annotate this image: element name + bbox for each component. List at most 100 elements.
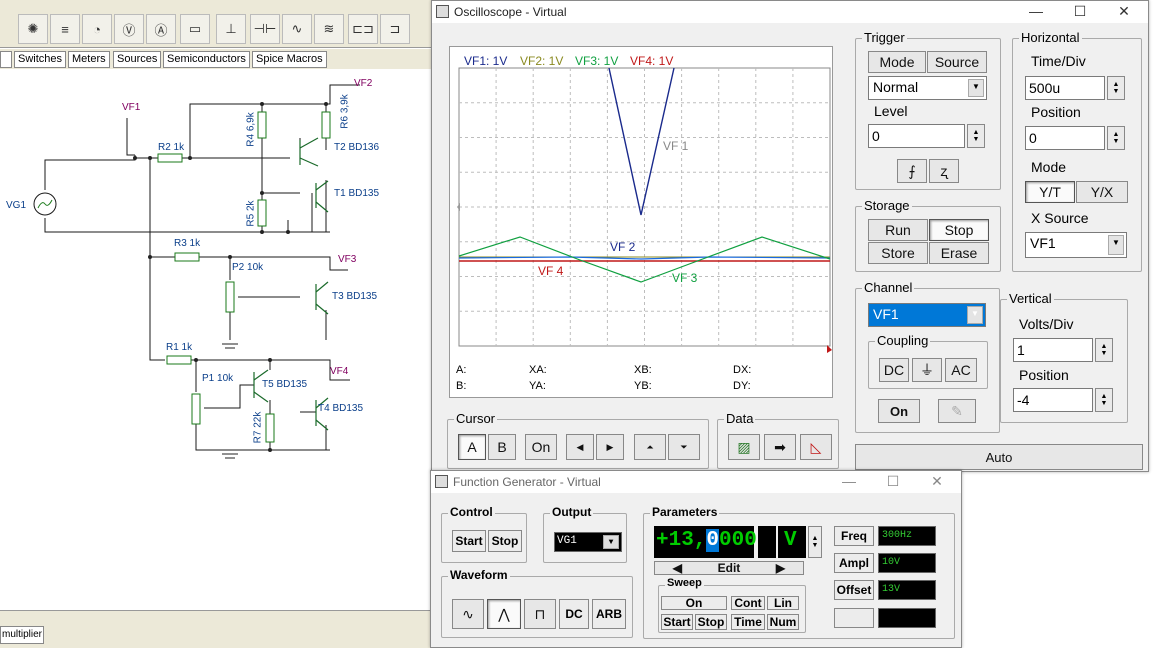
cursor-down-icon[interactable]: ⏷ bbox=[668, 434, 700, 460]
maximize-icon[interactable]: ☐ bbox=[1058, 1, 1102, 23]
fg-stop-button[interactable]: Stop bbox=[488, 530, 522, 552]
inductor-icon[interactable]: ∿ bbox=[282, 14, 312, 44]
trigger-level-spinner[interactable]: ▲ ▼ bbox=[967, 124, 985, 148]
voltsdiv-input[interactable]: 1 bbox=[1013, 338, 1093, 362]
data-save-icon[interactable]: ➡ bbox=[764, 434, 796, 460]
oscilloscope-titlebar[interactable]: Oscilloscope - Virtual — ☐ ✕ bbox=[432, 1, 1148, 23]
param-edit-bar[interactable]: ◀ Edit ▶ bbox=[654, 561, 804, 575]
meter-icon[interactable]: ◔ bbox=[82, 14, 112, 44]
fg-start-button[interactable]: Start bbox=[452, 530, 486, 552]
ground-icon[interactable]: ⏚ bbox=[912, 358, 942, 382]
lamp-icon[interactable]: ✺ bbox=[18, 14, 48, 44]
sweep-stop-button[interactable]: Stop bbox=[695, 614, 727, 630]
trigger-source-button[interactable]: Source bbox=[927, 51, 987, 73]
storage-store-button[interactable]: Store bbox=[868, 242, 928, 264]
channel-select[interactable]: VF1 ▼ bbox=[868, 303, 986, 327]
arb-wave-button[interactable]: ARB bbox=[592, 599, 626, 629]
falling-edge-icon[interactable]: ʐ bbox=[929, 159, 959, 183]
hposition-spinner[interactable]: ▲ ▼ bbox=[1107, 126, 1125, 150]
chevron-down-icon[interactable]: ▼ bbox=[967, 306, 983, 324]
square-wave-icon[interactable]: ⊓ bbox=[524, 599, 556, 629]
storage-erase-button[interactable]: Erase bbox=[929, 242, 989, 264]
param-right-icon[interactable]: ▶ bbox=[776, 561, 785, 575]
fg-titlebar[interactable]: Function Generator - Virtual — ☐ ✕ bbox=[431, 471, 961, 493]
coil-icon[interactable]: ≋ bbox=[314, 14, 344, 44]
param-value-display[interactable]: +13,0000 bbox=[654, 526, 757, 558]
xsource-select[interactable]: VF1 ▼ bbox=[1025, 232, 1127, 258]
cursor-right-icon[interactable]: ▶ bbox=[596, 434, 624, 460]
tab-meters[interactable]: Meters bbox=[68, 51, 110, 68]
transformer2-icon[interactable]: ⊐ bbox=[380, 14, 410, 44]
cursor-on-button[interactable]: On bbox=[525, 434, 557, 460]
legend-vf1: VF1: 1V bbox=[464, 54, 508, 68]
cursor-up-icon[interactable]: ⏶ bbox=[634, 434, 666, 460]
sweep-time-button[interactable]: Time bbox=[731, 614, 765, 630]
cursor-a-button[interactable]: A bbox=[458, 434, 486, 460]
blank-param-button[interactable] bbox=[834, 608, 874, 628]
hposition-input[interactable]: 0 bbox=[1025, 126, 1105, 150]
chevron-down-icon[interactable]: ▼ bbox=[968, 79, 984, 97]
rising-edge-icon[interactable]: ⨍ bbox=[897, 159, 927, 183]
ampl-button[interactable]: Ampl bbox=[834, 553, 874, 573]
chevron-down-icon[interactable]: ▼ bbox=[1108, 235, 1124, 255]
sweep-on-button[interactable]: On bbox=[661, 596, 727, 610]
trigger-mode-select[interactable]: Normal ▼ bbox=[868, 76, 987, 100]
offset-button[interactable]: Offset bbox=[834, 580, 874, 600]
chevron-down-icon[interactable]: ▼ bbox=[603, 535, 619, 549]
vposition-input[interactable]: -4 bbox=[1013, 388, 1093, 412]
dc-wave-button[interactable]: DC bbox=[559, 599, 589, 629]
cursor-b-button[interactable]: B bbox=[488, 434, 516, 460]
sweep-num-button[interactable]: Num bbox=[767, 614, 799, 630]
channel-on-button[interactable]: On bbox=[878, 399, 920, 423]
tab-switches[interactable]: Switches bbox=[14, 51, 67, 68]
ammeter-icon[interactable]: Ⓐ bbox=[146, 14, 176, 44]
voltmeter-icon[interactable]: Ⓥ bbox=[114, 14, 144, 44]
yt-mode-button[interactable]: Y/T bbox=[1025, 181, 1075, 203]
yx-mode-button[interactable]: Y/X bbox=[1076, 181, 1128, 203]
output-select[interactable]: VG1 ▼ bbox=[554, 532, 622, 552]
resistor-icon[interactable]: ▭ bbox=[180, 14, 210, 44]
timediv-input[interactable]: 500u bbox=[1025, 76, 1105, 100]
param-edit-button[interactable]: Edit bbox=[718, 561, 741, 575]
sine-wave-icon[interactable]: ∿ bbox=[452, 599, 484, 629]
tab-hidden[interactable] bbox=[0, 51, 12, 68]
probe-pen-icon[interactable]: ✎ bbox=[938, 399, 976, 423]
potentiometer-icon[interactable]: ⊥ bbox=[216, 14, 246, 44]
data-chart-icon[interactable]: ◺ bbox=[800, 434, 832, 460]
minimize-icon[interactable]: — bbox=[1014, 1, 1058, 23]
minimize-icon[interactable]: — bbox=[827, 471, 871, 493]
maximize-icon[interactable]: ☐ bbox=[871, 471, 915, 493]
storage-stop-button[interactable]: Stop bbox=[929, 219, 989, 241]
sweep-lin-button[interactable]: Lin bbox=[767, 596, 799, 610]
triangle-wave-icon[interactable]: ⋀ bbox=[487, 599, 521, 629]
cursor-left-icon[interactable]: ◀ bbox=[566, 434, 594, 460]
timediv-spinner[interactable]: ▲ ▼ bbox=[1107, 76, 1125, 100]
data-export-icon[interactable]: ▨ bbox=[728, 434, 760, 460]
vposition-spinner[interactable]: ▲ ▼ bbox=[1095, 388, 1113, 412]
ground-tool-icon[interactable]: ≡ bbox=[50, 14, 80, 44]
freq-button[interactable]: Freq bbox=[834, 526, 874, 546]
tab-spice-macros[interactable]: Spice Macros bbox=[252, 51, 327, 68]
vertical-title: Vertical bbox=[1007, 291, 1054, 306]
offset-value: 13V bbox=[878, 580, 936, 600]
sweep-cont-button[interactable]: Cont bbox=[731, 596, 765, 610]
tab-multiplier[interactable]: multiplier bbox=[0, 626, 44, 644]
auto-button[interactable]: Auto bbox=[855, 444, 1143, 470]
tab-semiconductors[interactable]: Semiconductors bbox=[163, 51, 250, 68]
coupling-dc-button[interactable]: DC bbox=[879, 358, 909, 382]
close-icon[interactable]: ✕ bbox=[1102, 1, 1146, 23]
close-icon[interactable]: ✕ bbox=[915, 471, 959, 493]
param-spinner[interactable]: ▲ ▼ bbox=[808, 526, 822, 558]
trigger-level-input[interactable]: 0 bbox=[868, 124, 965, 148]
param-left-icon[interactable]: ◀ bbox=[673, 561, 682, 575]
waveform-title: Waveform bbox=[448, 568, 510, 582]
storage-run-button[interactable]: Run bbox=[868, 219, 928, 241]
sweep-start-button[interactable]: Start bbox=[661, 614, 693, 630]
coupling-ac-button[interactable]: AC bbox=[945, 358, 977, 382]
voltsdiv-spinner[interactable]: ▲ ▼ bbox=[1095, 338, 1113, 362]
capacitor-icon[interactable]: ⊣⊢ bbox=[250, 14, 280, 44]
transformer-icon[interactable]: ⊏⊐ bbox=[348, 14, 378, 44]
schematic-canvas[interactable]: VF1 VF2 VF3 VF4 VG1 R2 1k R3 1k R1 1k R4… bbox=[0, 70, 432, 610]
tab-sources[interactable]: Sources bbox=[113, 51, 162, 68]
trigger-mode-button[interactable]: Mode bbox=[868, 51, 926, 73]
